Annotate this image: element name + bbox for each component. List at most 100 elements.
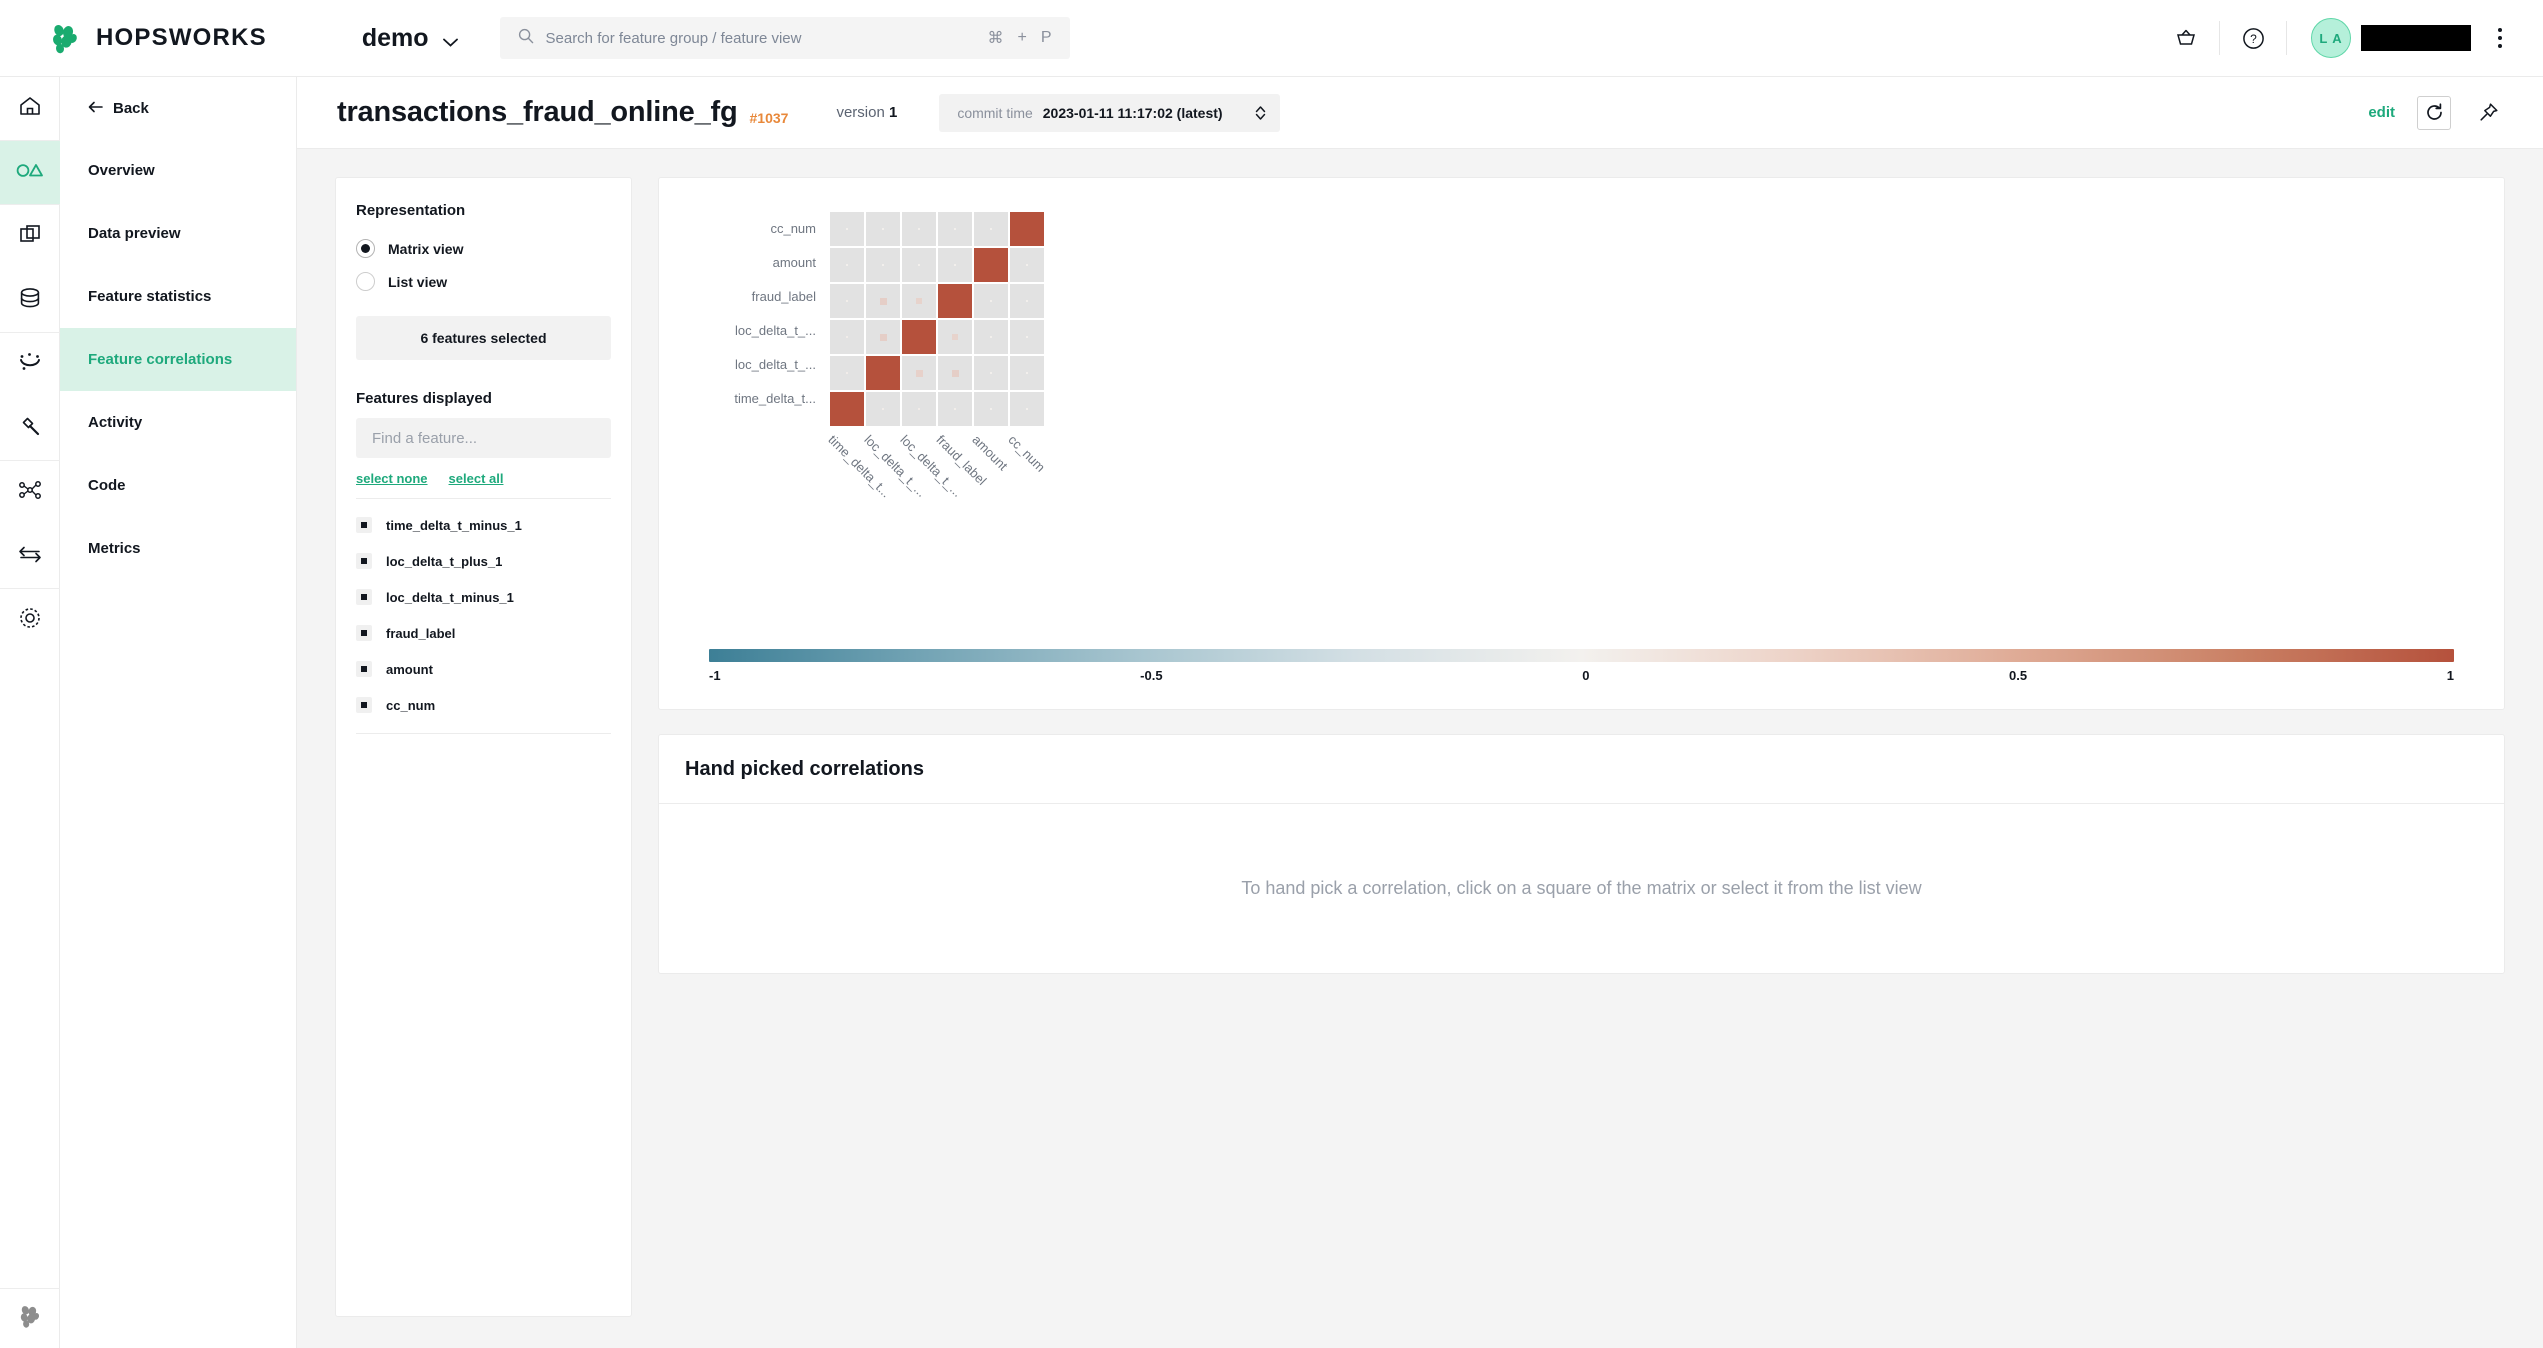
main-content: transactions_fraud_online_fg #1037 versi… [297,77,2543,1348]
checkbox-checked-icon[interactable] [356,589,372,605]
refresh-button[interactable] [2417,95,2451,130]
matrix-cell[interactable] [902,248,936,282]
matrix-cell[interactable] [830,392,864,426]
matrix-cell[interactable] [866,212,900,246]
matrix-cell-square [974,248,1008,282]
legend-tick-label: -1 [709,668,721,683]
matrix-cell[interactable] [902,320,936,354]
matrix-cell[interactable] [974,392,1008,426]
matrix-cell[interactable] [1010,248,1044,282]
matrix-cell-square [846,264,848,266]
list-item[interactable]: cc_num [356,687,611,723]
find-feature-input[interactable] [356,418,611,458]
matrix-cell[interactable] [1010,284,1044,318]
sidebar-item-overview[interactable]: Overview [60,139,296,202]
matrix-cell[interactable] [1010,392,1044,426]
matrix-cell[interactable] [974,356,1008,390]
matrix-cell[interactable] [938,248,972,282]
radio-list-view[interactable]: List view [356,265,611,298]
rail-item-transfers[interactable] [0,525,60,589]
radio-matrix-view-label: Matrix view [388,240,464,257]
checkbox-checked-icon[interactable] [356,697,372,713]
back-label: Back [113,99,149,117]
rail-item-jobs[interactable] [0,333,60,397]
matrix-cell[interactable] [830,356,864,390]
list-item[interactable]: time_delta_t_minus_1 [356,507,611,543]
checkbox-checked-icon[interactable] [356,517,372,533]
statistics-icon [17,350,43,379]
basket-icon[interactable] [2159,18,2213,58]
matrix-cell[interactable] [866,284,900,318]
matrix-cell[interactable] [938,356,972,390]
matrix-cell[interactable] [830,284,864,318]
matrix-cell[interactable] [974,248,1008,282]
matrix-cell[interactable] [974,212,1008,246]
pin-button[interactable] [2473,98,2503,128]
hand-picked-title: Hand picked correlations [685,757,924,780]
matrix-cell[interactable] [938,320,972,354]
project-selector[interactable]: demo [362,24,458,53]
edit-button[interactable]: edit [2368,104,2395,121]
sidebar-item-activity[interactable]: Activity [60,391,296,454]
sidebar-item-data-preview[interactable]: Data preview [60,202,296,265]
matrix-cell-square [830,392,864,426]
matrix-cell[interactable] [866,392,900,426]
list-item[interactable]: loc_delta_t_minus_1 [356,579,611,615]
more-options-icon[interactable] [2483,18,2517,58]
checkbox-checked-icon[interactable] [356,625,372,641]
rail-item-hopsworks-badge[interactable] [0,1288,60,1348]
feature-group-id: #1037 [749,109,789,126]
correlation-matrix-card: cc_num amount fraud_label loc_delta_t_... lo… [658,177,2505,710]
matrix-cell[interactable] [938,392,972,426]
help-icon[interactable]: ? [2226,18,2280,58]
matrix-cell-square [882,264,884,266]
color-legend-gradient [709,649,2454,662]
rail-item-lineage[interactable] [0,461,60,525]
select-all-link[interactable]: select all [449,471,504,486]
matrix-cell[interactable] [974,284,1008,318]
global-search[interactable]: Search for feature group / feature view … [499,17,1070,59]
avatar[interactable]: L A [2311,18,2351,58]
sidebar-item-metrics[interactable]: Metrics [60,517,296,580]
features-selected-count[interactable]: 6 features selected [356,316,611,360]
list-item[interactable]: fraud_label [356,615,611,651]
list-item[interactable]: loc_delta_t_plus_1 [356,543,611,579]
matrix-cell[interactable] [938,284,972,318]
radio-matrix-view[interactable]: Matrix view [356,232,611,265]
matrix-cell[interactable] [938,212,972,246]
matrix-cell[interactable] [902,212,936,246]
matrix-cell[interactable] [866,356,900,390]
rail-item-feature-views[interactable] [0,205,60,269]
list-item[interactable]: amount [356,651,611,687]
checkbox-checked-icon[interactable] [356,553,372,569]
matrix-cell[interactable] [830,320,864,354]
rail-item-tools[interactable] [0,397,60,461]
sidebar-item-feature-statistics[interactable]: Feature statistics [60,265,296,328]
matrix-cell[interactable] [866,248,900,282]
matrix-cell[interactable] [902,284,936,318]
matrix-cell[interactable] [1010,212,1044,246]
matrix-cell[interactable] [1010,320,1044,354]
select-none-link[interactable]: select none [356,471,428,486]
matrix-cell-square [1026,300,1028,302]
sidebar-item-code[interactable]: Code [60,454,296,517]
back-button[interactable]: Back [60,77,296,139]
commit-time-select[interactable]: commit time 2023-01-11 11:17:02 (latest) [939,93,1280,132]
matrix-cell-square [879,333,887,341]
matrix-cell[interactable] [830,248,864,282]
rail-item-storage-connectors[interactable] [0,269,60,333]
matrix-cell[interactable] [902,356,936,390]
matrix-cell[interactable] [1010,356,1044,390]
sidebar-item-feature-correlations[interactable]: Feature correlations [60,328,296,391]
rail-item-feature-store[interactable] [0,141,60,205]
matrix-cell[interactable] [830,212,864,246]
checkbox-checked-icon[interactable] [356,661,372,677]
search-placeholder: Search for feature group / feature view [545,29,802,47]
matrix-cell[interactable] [866,320,900,354]
matrix-cell[interactable] [974,320,1008,354]
brand[interactable]: HOPSWORKS [48,21,267,55]
rail-item-settings[interactable] [0,589,60,653]
matrix-cell[interactable] [902,392,936,426]
matrix-cell-square [866,356,900,390]
rail-item-home[interactable] [0,77,60,141]
